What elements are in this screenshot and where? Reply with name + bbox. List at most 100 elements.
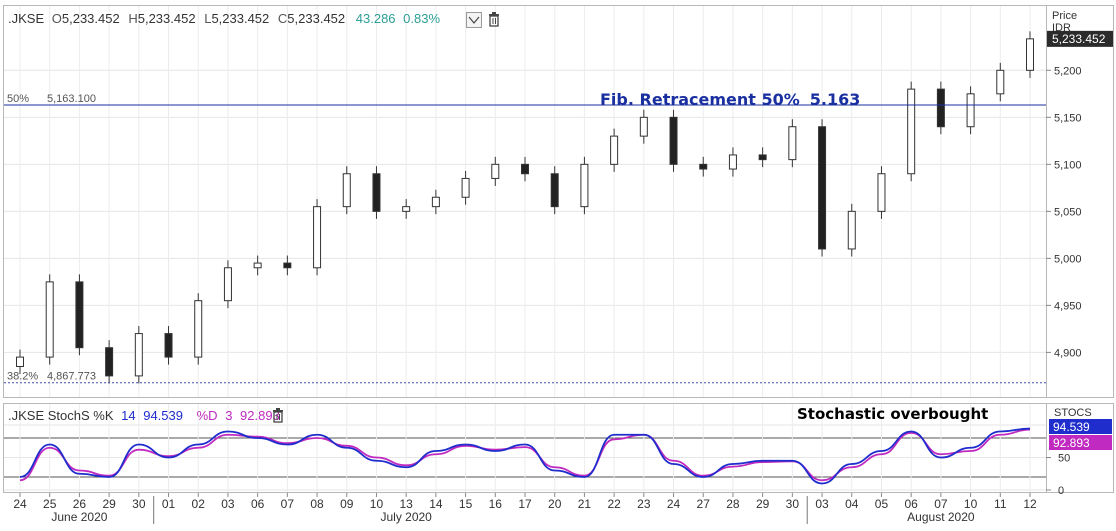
chart-window: 24 25 26 29 30 01 02 03 06 07 08 09 10 13 14 15 16 17 20 21…	[0, 0, 1116, 526]
fib-38-level: 4,867.773	[47, 371, 96, 383]
x-tick-label: 30	[786, 497, 800, 511]
candle[interactable]	[818, 119, 827, 257]
x-tick-label: 26	[73, 497, 87, 511]
candle-body	[194, 300, 203, 358]
stoch-tick-label: 50	[1058, 453, 1070, 465]
candle-body	[253, 262, 262, 269]
x-tick-label: 04	[845, 497, 859, 511]
candle-body	[966, 93, 975, 128]
price-axis-title: Price	[1052, 10, 1077, 22]
svg-text:92.893: 92.893	[1053, 436, 1090, 450]
candle[interactable]	[134, 326, 143, 384]
candle-body	[907, 88, 916, 175]
candle[interactable]	[847, 203, 856, 257]
candle-body	[342, 173, 351, 208]
candle[interactable]	[550, 166, 559, 215]
candle[interactable]	[669, 109, 678, 172]
x-tick-label: 08	[310, 497, 324, 511]
svg-text:94.539: 94.539	[1053, 420, 1090, 434]
svg-text:.JKSE O5,233.452 H: .JKSE O5,233.452 H5,233.452 L5,233.452 C…	[8, 11, 440, 26]
x-tick-label: 21	[578, 497, 592, 511]
candle-body	[580, 163, 589, 208]
symbol: .JKSE	[8, 11, 44, 26]
x-tick-label: 30	[132, 497, 146, 511]
candle[interactable]	[966, 86, 975, 135]
x-tick-label: 17	[518, 497, 532, 511]
candle[interactable]	[580, 156, 589, 215]
candle-body	[521, 163, 529, 175]
candle[interactable]	[372, 166, 381, 219]
candle-body	[372, 173, 381, 212]
x-tick-label: 27	[697, 497, 711, 511]
x-tick-label: 12	[1023, 497, 1037, 511]
svg-text:5,233.452: 5,233.452	[1052, 32, 1106, 46]
candle[interactable]	[45, 274, 54, 365]
x-tick-label: 07	[934, 497, 948, 511]
x-tick-label: 15	[459, 497, 473, 511]
candle[interactable]	[223, 260, 232, 309]
stoch-axis-title: STOCS	[1054, 407, 1092, 419]
candle[interactable]	[907, 81, 916, 182]
candle-body	[223, 267, 232, 302]
month-label: June 2020	[51, 510, 107, 524]
x-tick-label: 02	[192, 497, 206, 511]
x-tick-label: 06	[251, 497, 265, 511]
candle-body	[461, 177, 470, 198]
candle[interactable]	[788, 119, 797, 168]
stoch-tick-label: 0	[1058, 485, 1064, 497]
candle[interactable]	[877, 166, 886, 219]
candle-body	[610, 135, 619, 165]
candle-body	[639, 116, 648, 137]
candle[interactable]	[313, 199, 322, 276]
month-label: August 2020	[907, 510, 975, 524]
x-tick-label: 13	[399, 497, 413, 511]
price-axis-panel[interactable]	[1046, 5, 1114, 398]
x-tick-label: 10	[964, 497, 978, 511]
price-tick-label: 4,900	[1054, 347, 1082, 359]
candle-body	[402, 206, 411, 212]
month-label: July 2020	[380, 510, 432, 524]
fib-38-tag: 38.2%	[7, 371, 38, 383]
x-tick-label: 01	[162, 497, 176, 511]
x-tick-label: 07	[281, 497, 295, 511]
x-tick-label: 05	[875, 497, 889, 511]
candle-body	[75, 281, 84, 349]
x-tick-label: 22	[607, 497, 621, 511]
candle-body	[134, 333, 143, 377]
candle[interactable]	[342, 166, 351, 215]
candle[interactable]	[194, 293, 203, 365]
fib-50-level: 5,163.100	[47, 93, 96, 105]
candle-body	[431, 196, 440, 208]
candle-body	[283, 262, 292, 269]
candle-body	[936, 88, 945, 128]
candle-body	[818, 126, 827, 250]
price-tick-label: 4,950	[1054, 300, 1082, 312]
candle[interactable]	[75, 274, 84, 356]
chart-canvas[interactable]: 24 25 26 29 30 01 02 03 06 07 08 09 10 13 14 15 16 17 20 21…	[0, 0, 1116, 526]
candle-body	[877, 173, 886, 212]
x-tick-label: 06	[904, 497, 918, 511]
change-pct: 0.83%	[403, 11, 440, 26]
x-tick-label: 28	[726, 497, 740, 511]
x-tick-label: 24	[667, 497, 681, 511]
candle-body	[105, 347, 114, 377]
candle-body	[45, 281, 54, 358]
change-value: 43.286	[356, 11, 396, 26]
d-badge: 92.893	[1049, 435, 1112, 450]
candle-body	[491, 163, 500, 179]
price-tick-label: 5,100	[1054, 159, 1082, 171]
last-price-badge: 5,233.452	[1047, 30, 1113, 47]
x-tick-label: 14	[429, 497, 443, 511]
candle-body	[788, 126, 797, 161]
x-tick-label: 10	[370, 497, 384, 511]
legend-dropdown-icon[interactable]	[466, 12, 482, 28]
x-tick-label: 24	[13, 497, 27, 511]
candle[interactable]	[936, 81, 945, 135]
x-tick-label: 03	[221, 497, 235, 511]
x-tick-label: 23	[637, 497, 651, 511]
candle-body	[164, 333, 173, 358]
x-tick-label: 20	[548, 497, 562, 511]
candle-body	[550, 173, 559, 208]
fib-50-tag: 50%	[7, 93, 29, 105]
stoch-note: Stochastic overbought	[797, 405, 988, 423]
